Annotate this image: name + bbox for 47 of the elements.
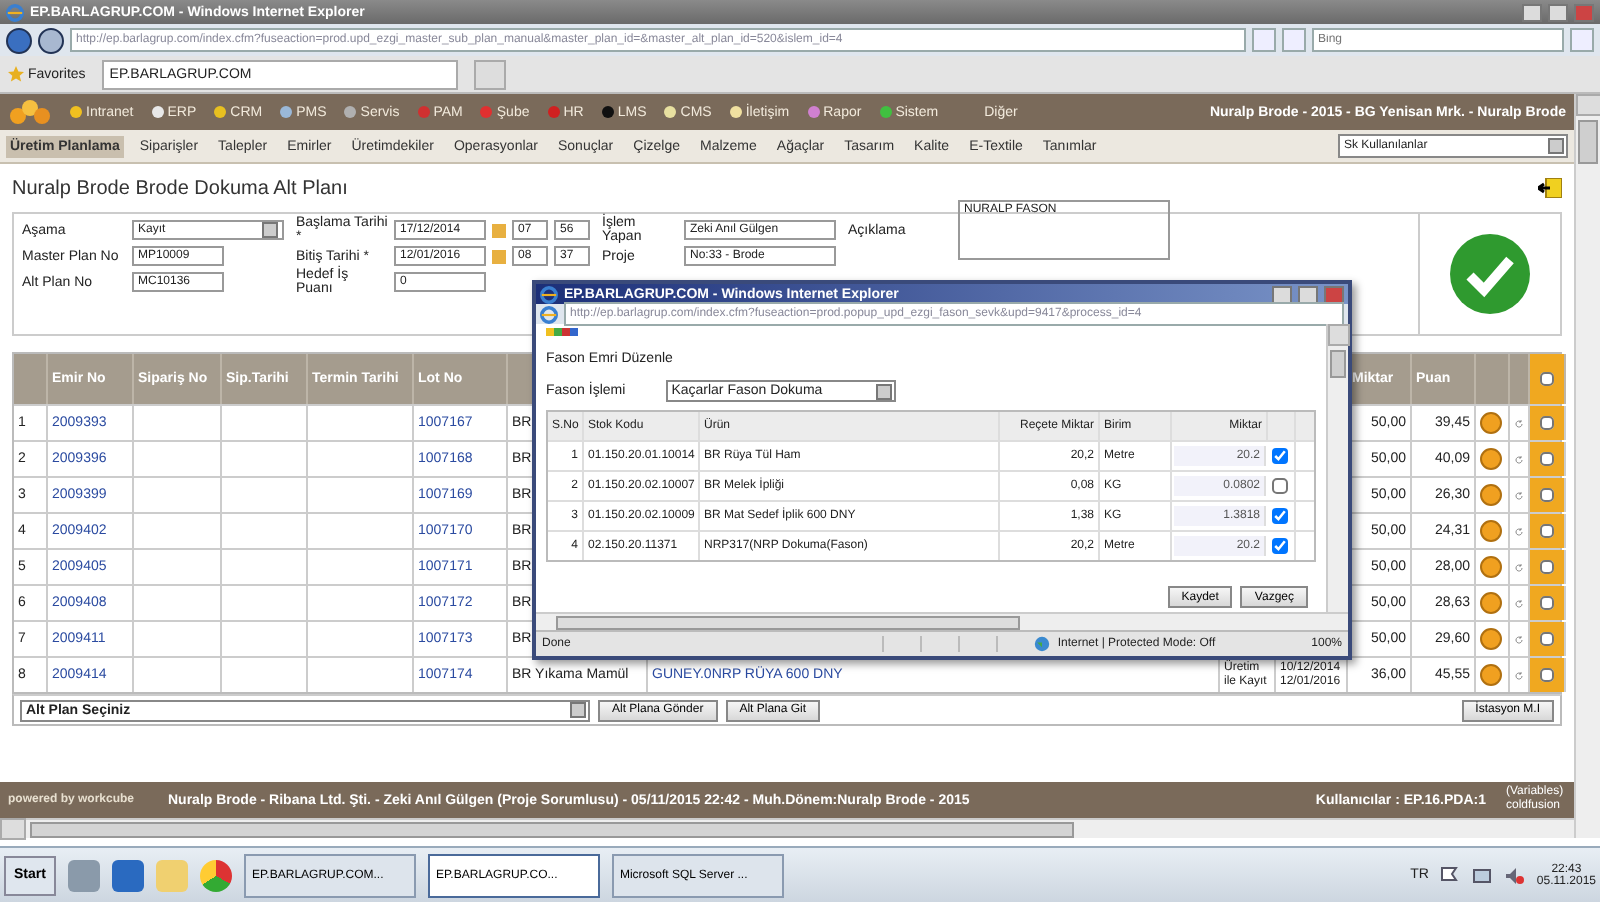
browser-icon[interactable] <box>199 859 232 891</box>
ie-logo-icon <box>6 3 24 21</box>
status-circle-icon[interactable] <box>1480 628 1502 650</box>
new-tab-button[interactable] <box>473 59 506 89</box>
row-checkbox[interactable] <box>1272 478 1288 494</box>
status-circle-icon[interactable] <box>1480 448 1502 470</box>
status-circle-icon[interactable] <box>1480 556 1502 578</box>
status-circle-icon[interactable] <box>1480 592 1502 614</box>
select-all-checkbox[interactable] <box>1540 372 1554 386</box>
cube-logo-icon <box>8 98 52 126</box>
row-checkbox[interactable] <box>1272 508 1288 524</box>
volume-icon[interactable] <box>1504 865 1525 885</box>
status-circle-icon[interactable] <box>1480 664 1502 686</box>
status-circle-icon[interactable] <box>1480 520 1502 542</box>
flag-icon[interactable] <box>1440 865 1461 885</box>
row-checkbox[interactable] <box>1540 488 1554 502</box>
page-title: Nuralp Brode Brode Dokuma Alt Planı <box>12 177 348 199</box>
back-icon[interactable] <box>6 27 32 53</box>
star-icon <box>8 66 24 82</box>
exit-door-icon[interactable] <box>1538 178 1562 198</box>
save-check-icon[interactable] <box>1448 232 1532 316</box>
status-circle-icon[interactable] <box>1480 484 1502 506</box>
row-checkbox[interactable] <box>1540 632 1554 646</box>
toolbar-icon[interactable] <box>546 328 578 336</box>
row-checkbox[interactable] <box>1540 596 1554 610</box>
forward-icon[interactable] <box>38 27 64 53</box>
row-checkbox[interactable] <box>1540 416 1554 430</box>
status-circle-icon[interactable] <box>1480 412 1502 434</box>
minimize-icon[interactable] <box>1272 285 1292 303</box>
minimize-icon[interactable] <box>1522 3 1542 21</box>
row-checkbox[interactable] <box>1540 524 1554 538</box>
scrollbar-thumb[interactable] <box>1330 350 1346 378</box>
scrollbar-thumb[interactable] <box>30 821 1074 837</box>
scrollbar-thumb[interactable] <box>1578 120 1598 164</box>
globe-icon <box>1033 636 1050 652</box>
row-checkbox[interactable] <box>1272 538 1288 554</box>
scrollbar-thumb[interactable] <box>556 615 1020 629</box>
ie-logo-icon <box>540 285 558 303</box>
maximize-icon[interactable] <box>1298 285 1318 303</box>
ie-logo-icon <box>540 305 558 323</box>
row-checkbox[interactable] <box>1540 668 1554 682</box>
row-checkbox[interactable] <box>1540 452 1554 466</box>
row-checkbox[interactable] <box>1540 560 1554 574</box>
maximize-icon[interactable] <box>1548 3 1568 21</box>
network-icon[interactable] <box>1472 865 1493 885</box>
close-icon[interactable] <box>1324 285 1344 303</box>
row-checkbox[interactable] <box>1272 448 1288 464</box>
